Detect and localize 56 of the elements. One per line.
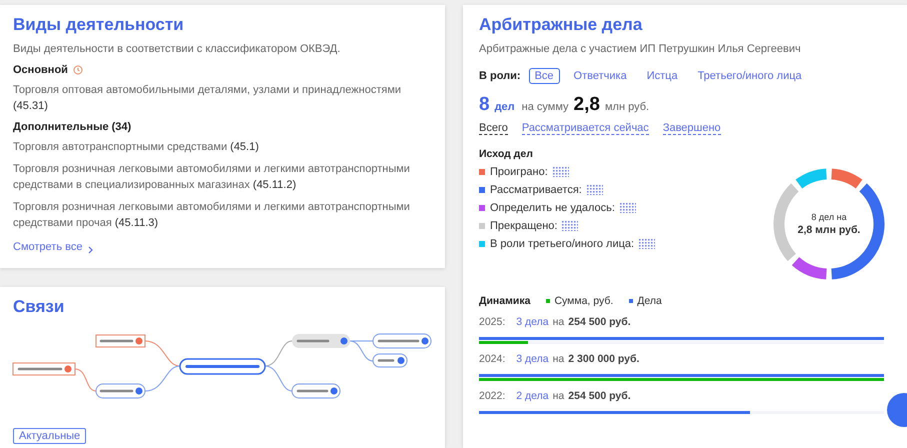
- year-label: 2024:: [479, 353, 506, 365]
- cases-link[interactable]: 2 дела: [516, 390, 549, 402]
- status-filter-link[interactable]: Рассматривается сейчас: [522, 122, 649, 135]
- hidden-value-icon: [620, 203, 636, 213]
- hidden-value-icon: [562, 221, 578, 231]
- year-label: 2025:: [479, 316, 506, 328]
- role-tab[interactable]: Истца: [640, 68, 684, 84]
- role-label: В роли:: [479, 70, 521, 82]
- amount-prefix: на: [552, 316, 564, 328]
- sum-label: на сумму: [522, 101, 569, 113]
- section-label: Основной: [13, 64, 68, 76]
- amount-value: 254 500 руб.: [568, 316, 631, 328]
- role-tab[interactable]: Все: [528, 68, 560, 84]
- section-label: Исход дел: [479, 148, 534, 160]
- year-label: 2022:: [479, 390, 506, 402]
- activity-text: Торговля розничная легковыми автомобилями и легкими автотранспортными средствами в специализированных магазинах (45.11.2): [13, 162, 411, 193]
- legend-label: Рассматривается:: [490, 184, 582, 196]
- status-filter-link[interactable]: Завершено: [662, 122, 721, 135]
- card-title: Связи: [12, 296, 66, 318]
- current-filter-button[interactable]: Актуальные: [13, 428, 86, 444]
- legend-label: В роли третьего/иного лица:: [490, 238, 634, 250]
- hidden-value-icon: [639, 239, 656, 249]
- legend-label: Сумма, руб.: [554, 295, 614, 307]
- donut-caption: 8 дел на: [811, 212, 847, 222]
- case-unit: дел: [494, 101, 515, 113]
- amount-prefix: на: [552, 353, 564, 365]
- legend-label: Прекращено:: [490, 220, 558, 232]
- role-tab[interactable]: Ответчика: [568, 68, 633, 84]
- activity-text: Торговля розничная легковыми автомобилями и легкими автотранспортными средствами прочая (45.11.3): [13, 200, 411, 231]
- role-tab[interactable]: Третьего/иного лица: [692, 68, 808, 84]
- cases-link[interactable]: 3 дела: [516, 353, 549, 365]
- section-label: Динамика: [479, 295, 530, 307]
- donut-total: 2,8 млн руб.: [798, 224, 860, 236]
- status-filter-link[interactable]: Всего: [479, 122, 508, 135]
- hidden-value-icon: [586, 185, 603, 195]
- card-title: Арбитражные дела: [479, 14, 644, 36]
- sum-value: 2,8: [574, 94, 600, 116]
- card-subtitle: Виды деятельности в соответствии с классификатором ОКВЭД.: [13, 43, 342, 55]
- case-count: 8: [479, 94, 490, 116]
- legend-label: Дела: [637, 295, 662, 307]
- card-subtitle: Арбитражные дела с участием ИП Петрушкин Илья Сергеевич: [479, 43, 802, 55]
- hidden-value-icon: [552, 167, 569, 177]
- see-all-link[interactable]: Смотреть все: [13, 241, 82, 253]
- clock-icon[interactable]: [72, 65, 83, 75]
- card-title: Виды деятельности: [13, 14, 185, 36]
- chevron-right-icon[interactable]: [88, 246, 94, 254]
- amount-prefix: на: [552, 390, 564, 402]
- amount-value: 254 500 руб.: [568, 390, 631, 402]
- cases-link[interactable]: 3 дела: [516, 316, 549, 328]
- amount-value: 2 300 000 руб.: [568, 353, 640, 365]
- legend-label: Проиграно:: [490, 166, 548, 178]
- activity-text: Торговля оптовая автомобильными деталями, узлами и принадлежностями (45.31): [13, 83, 402, 114]
- section-label: Дополнительные (34): [13, 121, 132, 133]
- sum-unit: млн руб.: [604, 101, 650, 113]
- activity-text: Торговля автотранспортными средствами (45.1): [13, 140, 260, 155]
- legend-label: Определить не удалось:: [490, 202, 615, 214]
